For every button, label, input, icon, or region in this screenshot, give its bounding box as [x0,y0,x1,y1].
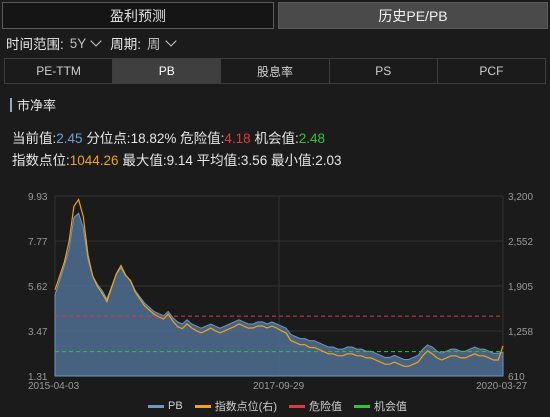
section-title-text: 市净率 [17,98,57,113]
legend-item-index[interactable]: 指数点位(右) [194,398,278,414]
legend-item-opportunity[interactable]: 机会值 [354,398,407,414]
chart-legend: PB 指数点位(右) 危险值 机会值 [148,398,419,414]
x-tick-label: 2020-03-27 [476,381,528,392]
legend-label: 机会值 [374,401,408,413]
y-right-tick-label: 2,552 [508,237,533,248]
opportunity-value: 2.48 [298,131,325,146]
current-value: 2.45 [56,131,83,146]
chevron-down-icon[interactable] [164,35,177,47]
left-axis-ticks: 9.937.775.623.471.31 [28,192,48,383]
max-value: 9.14 [166,153,193,168]
right-axis-ticks: 3,2002,5521,9051,258610 [508,192,533,383]
y-left-tick-label: 5.62 [28,282,48,293]
avg-value: 3.56 [240,153,268,168]
legend-item-danger[interactable]: 危险值 [289,398,342,414]
legend-swatch [354,404,371,408]
time-range-select[interactable]: 5Y [70,36,87,51]
period-select[interactable]: 周 [147,33,161,53]
x-tick-label: 2017-09-29 [253,381,305,392]
time-range-label: 时间范围: [6,37,64,52]
legend-label: 危险值 [309,401,343,413]
legend-swatch [148,404,164,408]
section-title: 市净率 [10,95,56,114]
tab-earnings-forecast[interactable]: 盈利预测 [2,2,274,29]
x-tick-label: 2015-04-03 [28,381,80,392]
x-axis-ticks: 2015-04-03 2017-09-29 2020-03-27 [28,381,528,392]
avg-label: 平均值: [196,153,241,168]
legend-label: PB [168,400,183,412]
index-value: 1044.26 [69,153,119,168]
y-right-tick-label: 3,200 [508,192,533,203]
pb-chart[interactable]: 9.937.775.623.471.31 3,2002,5521,9051,25… [0,186,550,417]
current-label: 当前值: [12,131,57,146]
tab-pb[interactable]: PB [113,59,222,83]
tab-pe-ttm[interactable]: PE-TTM [5,59,114,83]
tab-pcf[interactable]: PCF [438,59,545,83]
danger-value: 4.18 [224,131,251,146]
period-label: 周期: [110,37,142,52]
title-accent-bar [10,97,12,112]
min-label: 最小值: [270,153,316,168]
max-label: 最大值: [122,153,167,168]
opportunity-label: 机会值: [254,131,299,146]
legend-item-pb[interactable]: PB [148,400,183,412]
percentile-label: 分位点: [86,131,131,146]
tab-ps[interactable]: PS [330,59,438,83]
y-left-tick-label: 7.77 [28,237,48,248]
percentile-value: 18.82% [130,131,177,146]
y-left-tick-label: 9.93 [28,192,48,203]
tab-dividend-yield[interactable]: 股息率 [221,59,330,83]
stats-line-1: 当前值:2.45 分位点:18.82% 危险值:4.18 机会值:2.48 [12,127,325,147]
top-tab-bar: 盈利预测 历史PE/PB [0,0,550,30]
stats-line-2: 指数点位:1044.26 最大值:9.14 平均值:3.56 最小值:2.03 [12,149,342,169]
legend-swatch [289,404,306,408]
filter-bar: 时间范围: 5Y 周期: 周 [6,34,185,52]
tab-historical-pe-pb[interactable]: 历史PE/PB [278,2,548,29]
y-right-tick-label: 1,905 [508,282,533,293]
chevron-down-icon[interactable] [90,35,102,47]
min-value: 2.03 [315,153,342,168]
y-right-tick-label: 1,258 [508,327,533,338]
legend-swatch [194,404,211,408]
legend-label: 指数点位(右) [214,401,278,413]
y-left-tick-label: 3.47 [28,327,48,338]
metric-tab-bar: PE-TTM PB 股息率 PS PCF [4,58,546,84]
index-label: 指数点位: [12,153,70,168]
danger-label: 危险值: [180,131,225,146]
